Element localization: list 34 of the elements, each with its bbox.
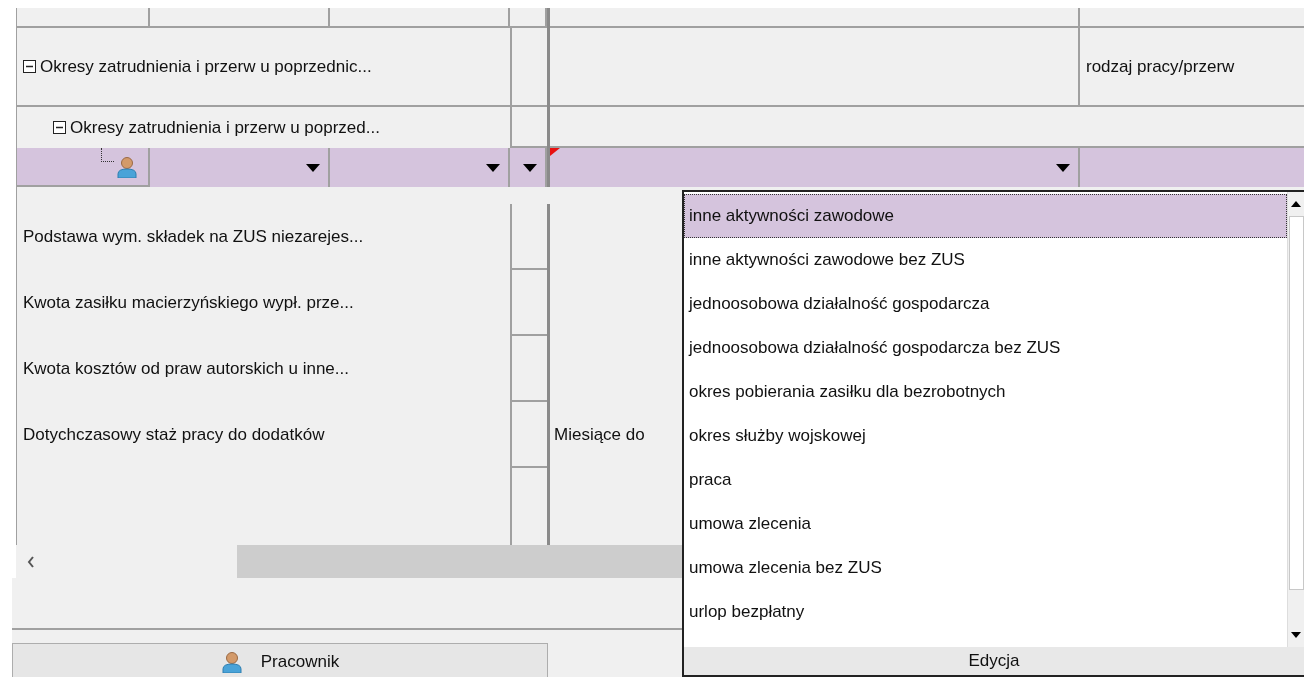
list-option[interactable]: praca: [684, 458, 1287, 502]
caret-icon: [306, 163, 320, 172]
corner-flag-icon: [550, 148, 560, 156]
list-option[interactable]: okres służby wojskowej: [684, 414, 1287, 458]
list-option[interactable]: umowa zlecenia: [684, 502, 1287, 546]
list-option[interactable]: umowa zlecenia bez ZUS: [684, 546, 1287, 590]
person-icon: [116, 155, 138, 178]
caret-icon: [486, 163, 500, 172]
collapse-icon[interactable]: [23, 60, 36, 73]
scroll-up-icon[interactable]: [1291, 201, 1301, 207]
field-value: Miesiące do: [554, 425, 645, 445]
collapse-icon[interactable]: [53, 121, 66, 134]
field-label: Kwota kosztów od praw autorskich u inne...: [23, 359, 349, 379]
field-label: Dotychczasowy staż pracy do dodatków: [23, 425, 325, 445]
person-icon: [220, 650, 243, 673]
field-label: Kwota zasiłku macierzyńskiego wypł. prze...: [23, 293, 354, 313]
list-option[interactable]: inne aktywności zawodowe: [684, 194, 1287, 238]
scrollbar-thumb[interactable]: [237, 545, 683, 578]
caret-icon: [1056, 163, 1070, 172]
group-label: Okresy zatrudnienia i przerw u poprzednic...: [40, 56, 372, 77]
scroll-down-icon[interactable]: [1291, 632, 1301, 638]
scrollbar[interactable]: [1287, 192, 1304, 647]
list-option[interactable]: urlop bezpłatny: [684, 590, 1287, 634]
list-option[interactable]: jednoosobowa działalność gospodarcza bez ZUS: [684, 326, 1287, 370]
list-option[interactable]: jednoosobowa działalność gospodarcza: [684, 282, 1287, 326]
list-option[interactable]: okres pobierania zasiłku dla bezrobotnych: [684, 370, 1287, 414]
list-option[interactable]: inne aktywności zawodowe bez ZUS: [684, 238, 1287, 282]
group-label: Okresy zatrudnienia i przerw u poprzed...: [70, 117, 380, 138]
edit-button[interactable]: Edycja: [684, 647, 1304, 675]
field-label: Podstawa wym. składek na ZUS niezarejes...: [23, 227, 364, 247]
column-header: rodzaj pracy/przerw: [1086, 56, 1235, 77]
caret-icon: [523, 163, 537, 172]
tab[interactable]: Pracownik: [12, 643, 548, 677]
chevron-left-icon: [27, 555, 35, 568]
